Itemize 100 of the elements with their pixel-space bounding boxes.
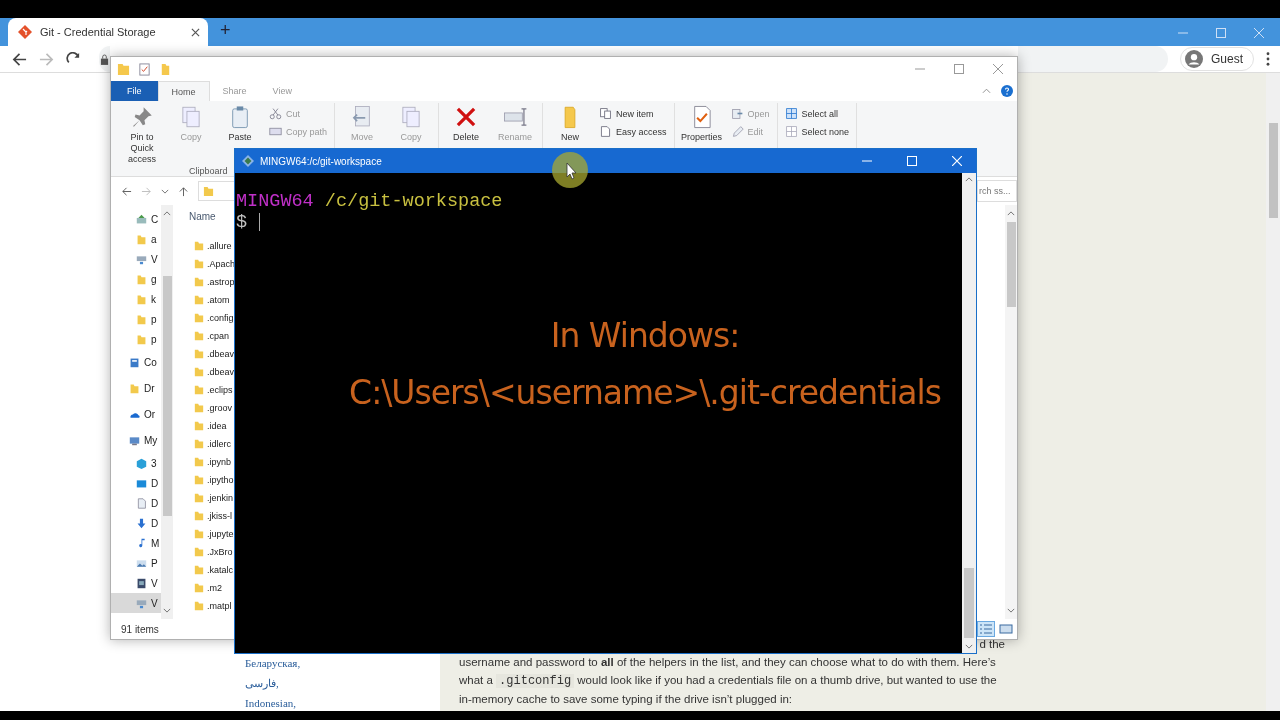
folder-icon	[136, 293, 147, 305]
sidebar-item[interactable]: a	[111, 229, 161, 249]
folder-icon[interactable]	[159, 62, 172, 76]
search-field[interactable]: rch ss...	[977, 180, 1017, 202]
ribbon-tab[interactable]: File	[111, 81, 158, 101]
sidebar-item[interactable]: M	[111, 533, 161, 553]
ribbon-button[interactable]: Paste	[217, 103, 263, 144]
language-link[interactable]: Indonesian,	[245, 695, 296, 711]
ribbon-button[interactable]: Pin to Quick access	[119, 103, 165, 166]
folder-icon[interactable]	[117, 62, 130, 76]
ribbon-button[interactable]: Select all	[781, 105, 853, 122]
ribbon-button[interactable]: New item	[596, 105, 670, 122]
back-arrow-icon[interactable]	[12, 51, 27, 67]
address-bar[interactable]	[99, 46, 110, 72]
paragraph-line: what a .gitconfig would look like if you had a credentials file on a thumb drive, but wanted to use the	[459, 673, 997, 690]
ribbon-button[interactable]: New	[547, 103, 594, 144]
help-icon[interactable]	[1001, 85, 1013, 97]
sidebar-item[interactable]: p	[111, 329, 161, 349]
scroll-thumb[interactable]	[1006, 222, 1016, 307]
scroll-up-icon[interactable]	[965, 177, 973, 182]
maximize-icon[interactable]	[954, 64, 964, 74]
view-button[interactable]	[997, 621, 1015, 637]
network-drive-icon	[136, 597, 147, 609]
sidebar-item[interactable]: V	[111, 573, 161, 593]
ribbon-button[interactable]: Delete	[443, 103, 490, 144]
file-name[interactable]: .astrop	[207, 277, 235, 287]
scroll-down-icon[interactable]	[163, 608, 171, 613]
computer-icon	[129, 434, 140, 446]
file-name[interactable]: .matpl	[207, 601, 232, 611]
text-cursor	[259, 213, 261, 232]
menu-icon[interactable]	[1266, 52, 1270, 66]
sidebar-item[interactable]: p	[111, 309, 161, 329]
file-name[interactable]: .Apach	[207, 259, 236, 269]
sidebar-item[interactable]: k	[111, 289, 161, 309]
file-name[interactable]: .idlerc	[207, 439, 231, 449]
chevron-down-icon[interactable]	[161, 188, 169, 194]
scroll-up-icon[interactable]	[163, 211, 171, 216]
sidebar-item[interactable]: Or	[111, 401, 161, 427]
caption-text: C:\Users\<username>\.git-credentials	[348, 372, 942, 414]
file-name[interactable]: .jkiss-l	[207, 511, 232, 521]
file-name[interactable]: .ipytho	[207, 475, 234, 485]
page-scrollbar[interactable]	[1266, 73, 1280, 711]
sidebar-scrollbar[interactable]	[161, 205, 173, 619]
network-drive-icon	[136, 253, 147, 265]
file-name[interactable]: .JxBro	[207, 547, 233, 557]
sidebar-item[interactable]: C	[111, 209, 161, 229]
sidebar-item[interactable]: D	[111, 513, 161, 533]
forward-arrow-icon[interactable]	[141, 185, 152, 197]
file-name[interactable]: .jenkin	[207, 493, 233, 503]
sidebar-item[interactable]: Dr	[111, 375, 161, 401]
file-name[interactable]: .cpan	[207, 331, 230, 341]
sidebar-item[interactable]: V	[111, 249, 161, 269]
language-link[interactable]: فارسی,	[245, 675, 279, 691]
file-name[interactable]: .groov	[207, 403, 232, 413]
file-name[interactable]: .dbeav	[207, 367, 235, 377]
terminal-scrollbar[interactable]	[962, 173, 976, 653]
up-arrow-icon[interactable]	[178, 185, 189, 197]
avatar-icon	[1185, 50, 1203, 68]
chevron-up-icon[interactable]	[982, 88, 991, 94]
library-icon	[129, 356, 140, 368]
sidebar-item[interactable]: V	[111, 593, 161, 613]
prompt-host: MINGW64	[236, 191, 314, 212]
sidebar-item[interactable]: My	[111, 427, 161, 453]
ribbon-tab[interactable]: Home	[157, 81, 210, 101]
browser-tab[interactable]: Git - Credential Storage	[8, 18, 208, 46]
sidebar-item[interactable]: 3	[111, 453, 161, 473]
file-name[interactable]: .eclips	[207, 385, 233, 395]
window-title: MINGW64:/c/git-workspace	[260, 155, 382, 167]
language-link[interactable]: Беларуская,	[245, 655, 301, 671]
folder-icon	[136, 333, 147, 345]
scroll-up-icon[interactable]	[1007, 211, 1015, 216]
file-name[interactable]: .katalc	[207, 565, 233, 575]
sidebar-item[interactable]: D	[111, 493, 161, 513]
ribbon-button[interactable]: Properties	[678, 103, 725, 144]
sidebar-item[interactable]: g	[111, 269, 161, 289]
scroll-down-icon[interactable]	[965, 644, 973, 649]
ribbon-button[interactable]: Easy access	[596, 123, 670, 140]
checklist-icon[interactable]	[138, 62, 151, 76]
scroll-thumb[interactable]	[1269, 123, 1278, 218]
file-name[interactable]: .ipynb	[207, 457, 232, 467]
path-icon	[269, 125, 282, 138]
new-tab-button[interactable]: +	[220, 19, 231, 41]
file-name[interactable]: .m2	[207, 583, 222, 593]
file-list-scrollbar[interactable]	[1005, 205, 1017, 619]
view-button[interactable]	[977, 621, 995, 637]
file-name[interactable]: .dbeav	[207, 349, 235, 359]
file-name[interactable]: .allure	[207, 241, 232, 251]
sidebar-item[interactable]: Co	[111, 349, 161, 375]
file-name[interactable]: .config	[207, 313, 234, 323]
file-name[interactable]: .idea	[207, 421, 227, 431]
sidebar-item[interactable]: D	[111, 473, 161, 493]
close-icon[interactable]	[191, 27, 200, 37]
file-name[interactable]: .jupyte	[207, 529, 234, 539]
file-name[interactable]: .atom	[207, 295, 230, 305]
ribbon-button[interactable]: Select none	[781, 123, 853, 140]
back-arrow-icon[interactable]	[121, 185, 132, 197]
scroll-thumb[interactable]	[162, 276, 172, 516]
sidebar-item[interactable]: P	[111, 553, 161, 573]
scroll-down-icon[interactable]	[1007, 608, 1015, 613]
scroll-thumb[interactable]	[964, 568, 974, 638]
